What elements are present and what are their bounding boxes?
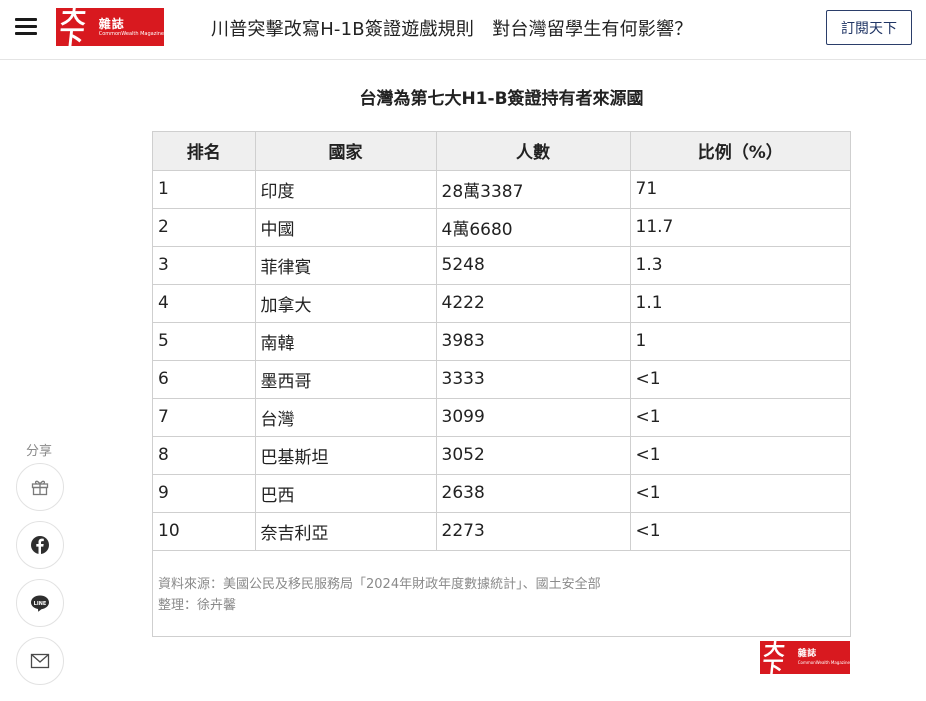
cell-rank: 9 bbox=[153, 473, 256, 513]
cell-percent: 11.7 bbox=[629, 207, 850, 247]
table-row: 8 巴基斯坦 3052 <1 bbox=[153, 435, 850, 475]
cell-count: 28萬3387 bbox=[435, 169, 631, 209]
logo-english-text: CommonWealth Magazine bbox=[98, 30, 164, 37]
visa-holders-table: 排名 國家 人數 比例（%） 1 印度 28萬3387 71 2 中國 4萬66… bbox=[153, 132, 850, 551]
article-title: 川普突擊改寫H-1B簽證遊戲規則 對台灣留學生有何影響？ bbox=[211, 19, 693, 40]
cell-country: 印度 bbox=[254, 169, 437, 209]
cell-rank: 4 bbox=[153, 283, 256, 323]
line-icon-text: LINE bbox=[34, 600, 47, 606]
table-row: 6 墨西哥 3333 <1 bbox=[153, 359, 850, 399]
column-header-percent: 比例（%） bbox=[629, 132, 850, 171]
mail-share-button[interactable] bbox=[16, 637, 64, 685]
share-label: 分享 bbox=[26, 444, 53, 459]
mail-icon bbox=[30, 653, 50, 669]
table-row: 4 加拿大 4222 1.1 bbox=[153, 283, 850, 323]
gift-share-button[interactable] bbox=[16, 463, 64, 511]
table-row: 10 奈吉利亞 2273 <1 bbox=[153, 511, 850, 551]
hamburger-menu-icon[interactable] bbox=[15, 18, 37, 36]
cell-rank: 2 bbox=[153, 207, 256, 247]
cell-country: 中國 bbox=[254, 207, 437, 247]
cell-percent: 71 bbox=[629, 169, 850, 209]
cell-rank: 6 bbox=[153, 359, 256, 399]
data-table-container: 排名 國家 人數 比例（%） 1 印度 28萬3387 71 2 中國 4萬66… bbox=[152, 131, 851, 637]
table-header-row: 排名 國家 人數 比例（%） bbox=[153, 132, 850, 171]
table-title: 台灣為第七大H1-B簽證持有者來源國 bbox=[359, 89, 644, 109]
cell-country: 南韓 bbox=[254, 321, 437, 361]
cell-country: 奈吉利亞 bbox=[254, 511, 437, 551]
subscribe-button[interactable]: 訂閱天下 bbox=[826, 10, 912, 45]
editor-credit: 整理：徐卉馨 bbox=[158, 598, 237, 613]
cell-percent: <1 bbox=[629, 511, 850, 551]
footer-logo: 天下 雜誌 CommonWealth Magazine bbox=[760, 641, 850, 674]
table-row: 1 印度 28萬3387 71 bbox=[153, 169, 850, 209]
cell-country: 加拿大 bbox=[254, 283, 437, 323]
cell-country: 菲律賓 bbox=[254, 245, 437, 285]
cell-percent: 1.1 bbox=[629, 283, 850, 323]
cell-percent: <1 bbox=[629, 359, 850, 399]
column-header-rank: 排名 bbox=[153, 132, 256, 171]
cell-rank: 8 bbox=[153, 435, 256, 475]
cell-rank: 3 bbox=[153, 245, 256, 285]
facebook-icon bbox=[31, 536, 49, 554]
cell-percent: <1 bbox=[629, 397, 850, 437]
site-logo[interactable]: 天下 雜誌 CommonWealth Magazine bbox=[56, 8, 164, 46]
footer-logo-main-text: 天下 bbox=[760, 641, 785, 674]
column-header-country: 國家 bbox=[254, 132, 437, 171]
cell-rank: 7 bbox=[153, 397, 256, 437]
column-header-count: 人數 bbox=[435, 132, 631, 171]
logo-main-text: 天下 bbox=[57, 8, 86, 46]
cell-country: 巴基斯坦 bbox=[254, 435, 437, 475]
table-row: 2 中國 4萬6680 11.7 bbox=[153, 207, 850, 247]
line-share-button[interactable]: LINE bbox=[16, 579, 64, 627]
cell-percent: 1.3 bbox=[629, 245, 850, 285]
cell-count: 4222 bbox=[435, 283, 631, 323]
line-icon: LINE bbox=[31, 595, 49, 612]
cell-count: 3052 bbox=[435, 435, 631, 475]
cell-percent: <1 bbox=[629, 473, 850, 513]
source-text: 資料來源：美國公民及移民服務局「2024年財政年度數據統計」、國土安全部 bbox=[158, 577, 601, 592]
table-row: 3 菲律賓 5248 1.3 bbox=[153, 245, 850, 285]
cell-rank: 10 bbox=[153, 511, 256, 551]
cell-count: 5248 bbox=[435, 245, 631, 285]
table-row: 9 巴西 2638 <1 bbox=[153, 473, 850, 513]
gift-icon bbox=[31, 480, 49, 496]
cell-rank: 1 bbox=[153, 169, 256, 209]
cell-country: 台灣 bbox=[254, 397, 437, 437]
cell-rank: 5 bbox=[153, 321, 256, 361]
cell-count: 3333 bbox=[435, 359, 631, 399]
table-row: 5 南韓 3983 1 bbox=[153, 321, 850, 361]
cell-count: 3099 bbox=[435, 397, 631, 437]
footer-logo-english-text: CommonWealth Magazine bbox=[797, 660, 850, 665]
table-row: 7 台灣 3099 <1 bbox=[153, 397, 850, 437]
cell-count: 2638 bbox=[435, 473, 631, 513]
facebook-share-button[interactable] bbox=[16, 521, 64, 569]
cell-percent: 1 bbox=[629, 321, 850, 361]
cell-percent: <1 bbox=[629, 435, 850, 475]
site-header: 天下 雜誌 CommonWealth Magazine 川普突擊改寫H-1B簽證… bbox=[0, 0, 926, 60]
cell-count: 3983 bbox=[435, 321, 631, 361]
cell-count: 4萬6680 bbox=[435, 207, 631, 247]
logo-sub-text: 雜誌 bbox=[98, 16, 125, 31]
cell-country: 墨西哥 bbox=[254, 359, 437, 399]
table-source-note: 資料來源：美國公民及移民服務局「2024年財政年度數據統計」、國土安全部 整理：… bbox=[158, 574, 601, 616]
cell-count: 2273 bbox=[435, 511, 631, 551]
footer-logo-sub-text: 雜誌 bbox=[797, 649, 817, 659]
cell-country: 巴西 bbox=[254, 473, 437, 513]
